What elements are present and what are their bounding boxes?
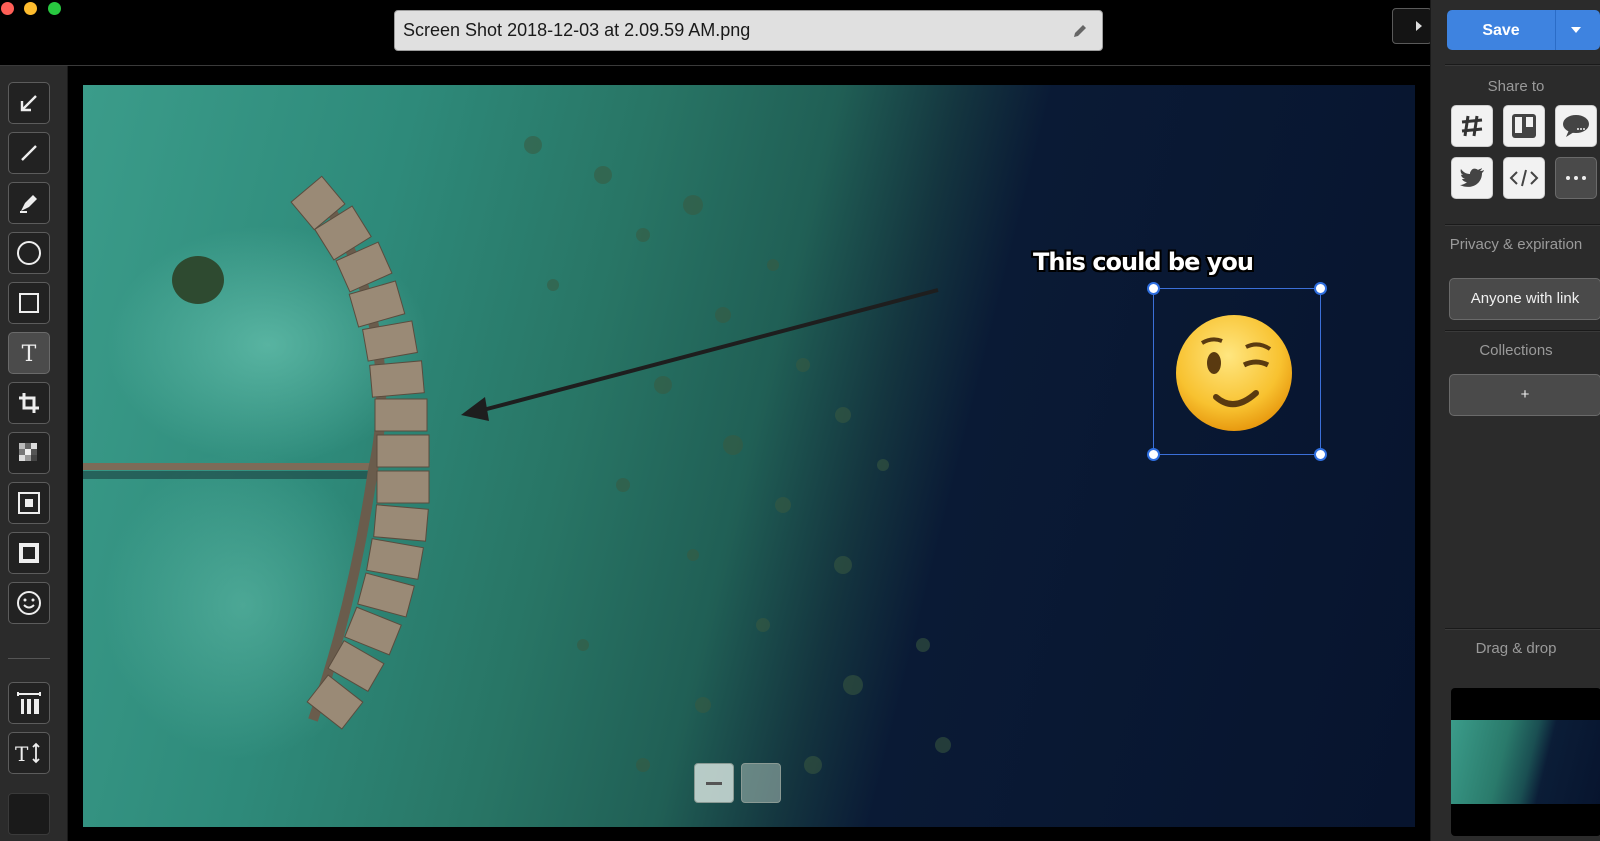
share-chat-button[interactable] — [1555, 105, 1597, 147]
save-button-label: Save — [1482, 22, 1520, 39]
caret-right-icon — [1416, 21, 1422, 31]
save-button-divider — [1555, 10, 1556, 50]
emoji-icon — [17, 591, 41, 615]
share-trello-button[interactable] — [1503, 105, 1545, 147]
spotlight-icon — [18, 492, 40, 514]
chat-icon — [1563, 115, 1589, 137]
pixelate-tool[interactable] — [8, 432, 50, 474]
line-width-tool[interactable] — [8, 682, 50, 724]
spotlight-tool[interactable] — [8, 482, 50, 524]
slack-icon — [1461, 115, 1483, 137]
zoom-window-button[interactable] — [48, 2, 61, 15]
resize-handle-bottom-left[interactable] — [1147, 448, 1160, 461]
blur-tool[interactable] — [8, 532, 50, 574]
minus-icon — [706, 781, 722, 785]
share-embed-button[interactable] — [1503, 157, 1545, 199]
resize-handle-top-right[interactable] — [1314, 282, 1327, 295]
minimize-window-button[interactable] — [24, 2, 37, 15]
screenshot-image — [83, 85, 1415, 827]
chevron-down-icon[interactable] — [1571, 27, 1581, 33]
drag-drop-thumbnail[interactable] — [1451, 688, 1600, 836]
annotation-text[interactable]: This could be you — [1033, 248, 1254, 276]
crop-icon — [19, 393, 39, 413]
tool-palette: T T — [0, 66, 68, 841]
app-window: Screen Shot 2018-12-03 at 2.09.59 AM.png… — [0, 0, 1600, 841]
rectangle-tool[interactable] — [8, 282, 50, 324]
trello-icon — [1512, 114, 1536, 138]
more-icon — [1566, 176, 1586, 180]
twitter-icon — [1460, 168, 1484, 187]
share-sidebar: Save Share to Privacy & expiration Anyon… — [1430, 0, 1600, 841]
emoji-selection-box[interactable] — [1147, 282, 1327, 461]
close-window-button[interactable] — [1, 2, 14, 15]
share-twitter-button[interactable] — [1451, 157, 1493, 199]
resize-handle-top-left[interactable] — [1147, 282, 1160, 295]
privacy-dropdown[interactable]: Anyone with link — [1449, 278, 1600, 320]
highlighter-tool[interactable] — [8, 182, 50, 224]
font-size-tool[interactable]: T — [8, 732, 50, 774]
zoom-out-button[interactable] — [694, 763, 734, 803]
color-picker-swatch[interactable] — [8, 793, 50, 835]
add-collection-button[interactable]: + — [1449, 374, 1600, 416]
privacy-label: Privacy & expiration — [1449, 236, 1583, 253]
section-divider — [1445, 628, 1600, 629]
ellipse-tool[interactable] — [8, 232, 50, 274]
highlighter-icon — [20, 195, 37, 213]
line-tool[interactable] — [8, 132, 50, 174]
share-slack-button[interactable] — [1451, 105, 1493, 147]
svg-text:T: T — [15, 742, 29, 765]
section-divider — [1445, 224, 1600, 225]
resize-handle-bottom-right[interactable] — [1314, 448, 1327, 461]
font-size-icon: T — [15, 742, 40, 765]
toolbar-divider — [8, 658, 50, 659]
line-width-icon — [17, 692, 41, 714]
filename-field[interactable]: Screen Shot 2018-12-03 at 2.09.59 AM.png — [394, 10, 1103, 51]
emoji-tool[interactable] — [8, 582, 50, 624]
drag-drop-label: Drag & drop — [1475, 640, 1557, 657]
embed-code-icon — [1509, 169, 1539, 187]
pencil-icon[interactable] — [1072, 23, 1088, 39]
text-tool[interactable]: T — [8, 332, 50, 374]
section-divider — [1445, 330, 1600, 331]
collapse-sidebar-button[interactable] — [1392, 8, 1432, 44]
arrow-icon — [20, 95, 37, 112]
text-icon: T — [22, 342, 37, 365]
zoom-in-button[interactable] — [741, 763, 781, 803]
pixelate-icon — [19, 443, 37, 461]
svg-text:T: T — [22, 342, 37, 365]
rectangle-icon — [19, 293, 39, 313]
crop-tool[interactable] — [8, 382, 50, 424]
line-icon — [21, 145, 37, 161]
winking-face-icon — [1176, 315, 1292, 431]
arrow-tool[interactable] — [8, 82, 50, 124]
filename-text: Screen Shot 2018-12-03 at 2.09.59 AM.png — [403, 20, 751, 40]
blur-icon — [19, 543, 39, 563]
collections-label: Collections — [1479, 342, 1553, 359]
thumbnail-image — [1451, 720, 1600, 804]
share-to-label: Share to — [1487, 78, 1545, 95]
save-button[interactable]: Save — [1447, 10, 1600, 50]
resort-photo-drawing — [83, 136, 951, 774]
ellipse-icon — [17, 241, 41, 265]
title-bar: Screen Shot 2018-12-03 at 2.09.59 AM.png — [0, 0, 1432, 66]
share-more-button[interactable] — [1555, 157, 1597, 199]
section-divider — [1445, 64, 1600, 65]
